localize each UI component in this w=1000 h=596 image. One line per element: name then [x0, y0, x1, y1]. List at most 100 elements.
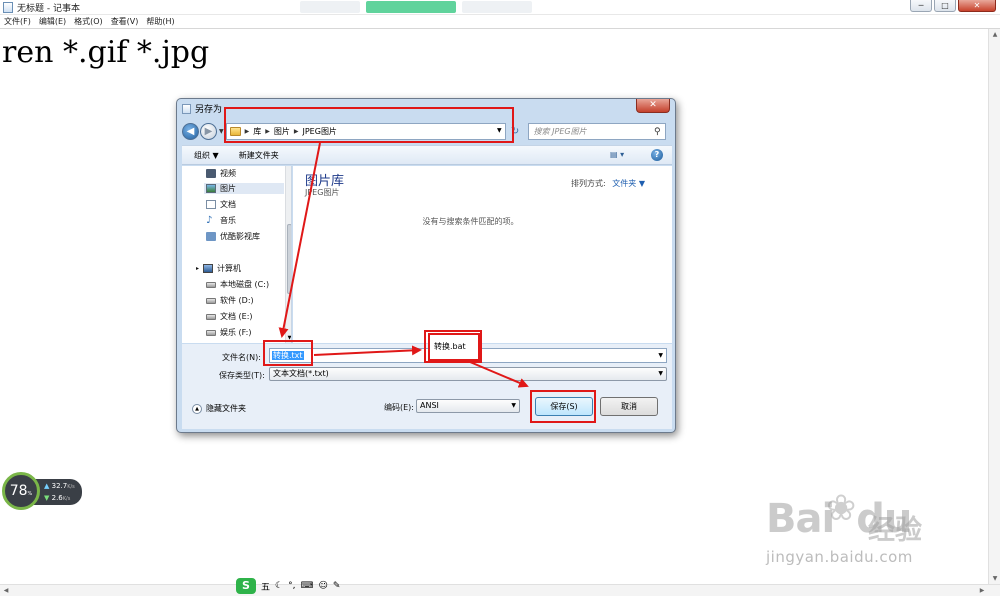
watermark-url: jingyan.baidu.com — [766, 548, 913, 566]
menu-format[interactable]: 格式(O) — [74, 16, 103, 27]
network-speed-widget[interactable]: ▲ 32.7K/s ▼ 2.6K/s 78% — [0, 472, 84, 512]
organize-button[interactable]: 组织 ▼ — [194, 150, 219, 161]
menu-bar: 文件(F) 编辑(E) 格式(O) 查看(V) 帮助(H) — [0, 15, 1000, 29]
scroll-up-arrow-icon[interactable]: ▲ — [989, 29, 1000, 41]
dialog-close-button[interactable]: ✕ — [636, 99, 670, 113]
nav-item-label: 优酷影视库 — [220, 232, 260, 241]
encoding-select[interactable]: ANSI ▼ — [416, 399, 520, 413]
speed-unit: K/s — [67, 484, 75, 490]
nav-item-drive-d[interactable]: 软件 (D:) — [206, 295, 254, 306]
nav-item-music[interactable]: ♪ 音乐 — [206, 215, 236, 226]
menu-file[interactable]: 文件(F) — [4, 16, 31, 27]
nav-item-computer[interactable]: ▸ 计算机 — [196, 263, 241, 274]
upload-arrow-icon: ▲ — [44, 482, 50, 490]
nav-item-videos[interactable]: 视频 — [206, 168, 236, 179]
dialog-document-icon — [182, 103, 191, 114]
horizontal-scrollbar[interactable]: ◀ ▶ — [0, 584, 1000, 596]
new-folder-button[interactable]: 新建文件夹 — [239, 150, 279, 161]
expand-arrow-icon[interactable]: ▸ — [196, 265, 199, 272]
annotation-box-address — [224, 107, 514, 143]
drive-icon — [206, 281, 216, 288]
filetype-value: 文本文档(*.txt) — [273, 369, 329, 378]
new-filename-text: 转换.bat — [434, 342, 466, 351]
nav-item-documents[interactable]: 文档 — [206, 199, 236, 210]
filetype-dropdown-icon[interactable]: ▼ — [658, 368, 663, 380]
drive-icon — [206, 313, 216, 320]
document-icon — [206, 200, 216, 209]
encoding-value: ANSI — [420, 401, 439, 410]
download-arrow-icon: ▼ — [44, 494, 50, 502]
file-list-pane[interactable]: 图片库 JPEG图片 排列方式: 文件夹 ▼ 没有与搜索条件匹配的项。 — [293, 166, 672, 343]
history-dropdown-icon[interactable]: ▼ — [219, 128, 224, 135]
sogou-logo-icon[interactable]: S — [236, 578, 256, 594]
menu-view[interactable]: 查看(V) — [111, 16, 139, 27]
nav-item-pictures[interactable]: 图片 — [204, 183, 284, 194]
menu-edit[interactable]: 编辑(E) — [39, 16, 66, 27]
user-icon[interactable]: ☺ — [318, 581, 327, 591]
background-tab — [366, 1, 456, 13]
new-filename-callout: 转换.bat — [428, 333, 480, 361]
help-icon[interactable]: ? — [651, 149, 663, 161]
background-taskbar-tabs — [300, 1, 532, 13]
editor-content: ren *.gif *.jpg — [2, 35, 210, 70]
filetype-label: 保存类型(T): — [219, 371, 265, 380]
arrange-dropdown[interactable]: 文件夹 ▼ — [612, 179, 645, 188]
nav-item-label: 计算机 — [217, 264, 242, 273]
nav-item-label: 视频 — [220, 169, 236, 178]
paw-icon: ❀ — [826, 488, 857, 529]
drive-icon — [206, 329, 216, 336]
empty-results-message: 没有与搜索条件匹配的项。 — [422, 217, 519, 226]
change-view-icon[interactable]: ▤ ▾ — [610, 150, 628, 161]
keyboard-icon[interactable]: ⌨ — [300, 581, 313, 591]
nav-item-youku-library[interactable]: 优酷影视库 — [206, 231, 260, 242]
nav-pane-scrollbar[interactable]: ▼ — [285, 166, 291, 343]
download-speed: 2.6 — [51, 494, 63, 502]
nav-item-drive-c[interactable]: 本地磁盘 (C:) — [206, 279, 269, 290]
dialog-title: 另存为 — [195, 105, 223, 115]
filename-dropdown-icon[interactable]: ▼ — [658, 349, 663, 362]
nav-item-label: 本地磁盘 (C:) — [220, 280, 270, 289]
music-icon: ♪ — [206, 214, 213, 226]
chevron-up-icon: ▲ — [192, 403, 202, 414]
scroll-thumb[interactable] — [287, 224, 291, 294]
library-icon — [206, 232, 216, 241]
window-title: 无标题 - 记事本 — [17, 3, 80, 14]
nav-item-label: 文档 (E:) — [220, 312, 253, 321]
nav-item-label: 软件 (D:) — [220, 296, 254, 305]
picture-icon — [206, 184, 216, 193]
search-icon[interactable]: ⚲ — [654, 125, 661, 140]
arrange-label: 排列方式: — [571, 179, 606, 188]
navigation-pane: 视频 图片 文档 ♪ 音乐 优酷影视库 ▸ 计算机 本地磁盘 (C:) 软件 (… — [182, 166, 292, 343]
scroll-left-arrow-icon[interactable]: ◀ — [0, 585, 12, 596]
search-input[interactable]: 搜索 JPEG图片 ⚲ — [527, 122, 666, 140]
scroll-right-arrow-icon[interactable]: ▶ — [976, 585, 988, 596]
minimize-button[interactable]: ─ — [910, 0, 932, 12]
baidu-watermark: Bai du ❀ 经验 jingyan.baidu.com — [760, 488, 950, 578]
video-icon — [206, 169, 216, 178]
computer-icon — [203, 264, 214, 273]
nav-item-drive-e[interactable]: 文档 (E:) — [206, 311, 253, 322]
wrench-icon[interactable]: ✎ — [333, 581, 341, 591]
encoding-dropdown-icon[interactable]: ▼ — [511, 400, 516, 412]
close-button[interactable]: ✕ — [958, 0, 996, 12]
ime-mode[interactable]: 五 — [261, 580, 270, 593]
nav-item-label: 音乐 — [220, 216, 236, 225]
menu-help[interactable]: 帮助(H) — [146, 16, 174, 27]
forward-arrow-icon[interactable]: ▶ — [200, 122, 217, 140]
cancel-button[interactable]: 取消 — [600, 397, 658, 416]
encoding-label: 编码(E): — [384, 403, 414, 412]
maximize-button[interactable]: □ — [934, 0, 956, 12]
moon-icon[interactable]: ☾ — [275, 581, 283, 591]
punctuation-icon[interactable]: °, — [288, 581, 295, 591]
annotation-box-filename — [263, 340, 313, 366]
filename-label: 文件名(N): — [222, 353, 261, 362]
nav-item-drive-f[interactable]: 娱乐 (F:) — [206, 327, 251, 338]
drive-icon — [206, 297, 216, 304]
back-arrow-icon[interactable]: ◀ — [182, 122, 199, 140]
background-tab — [462, 1, 532, 13]
background-tab — [300, 1, 360, 13]
hide-folders-toggle[interactable]: ▲ 隐藏文件夹 — [192, 403, 246, 414]
filetype-select[interactable]: 文本文档(*.txt) ▼ — [269, 367, 667, 381]
vertical-scrollbar[interactable]: ▲ ▼ — [988, 29, 1000, 585]
watermark-brand-latin: Bai — [766, 496, 835, 542]
